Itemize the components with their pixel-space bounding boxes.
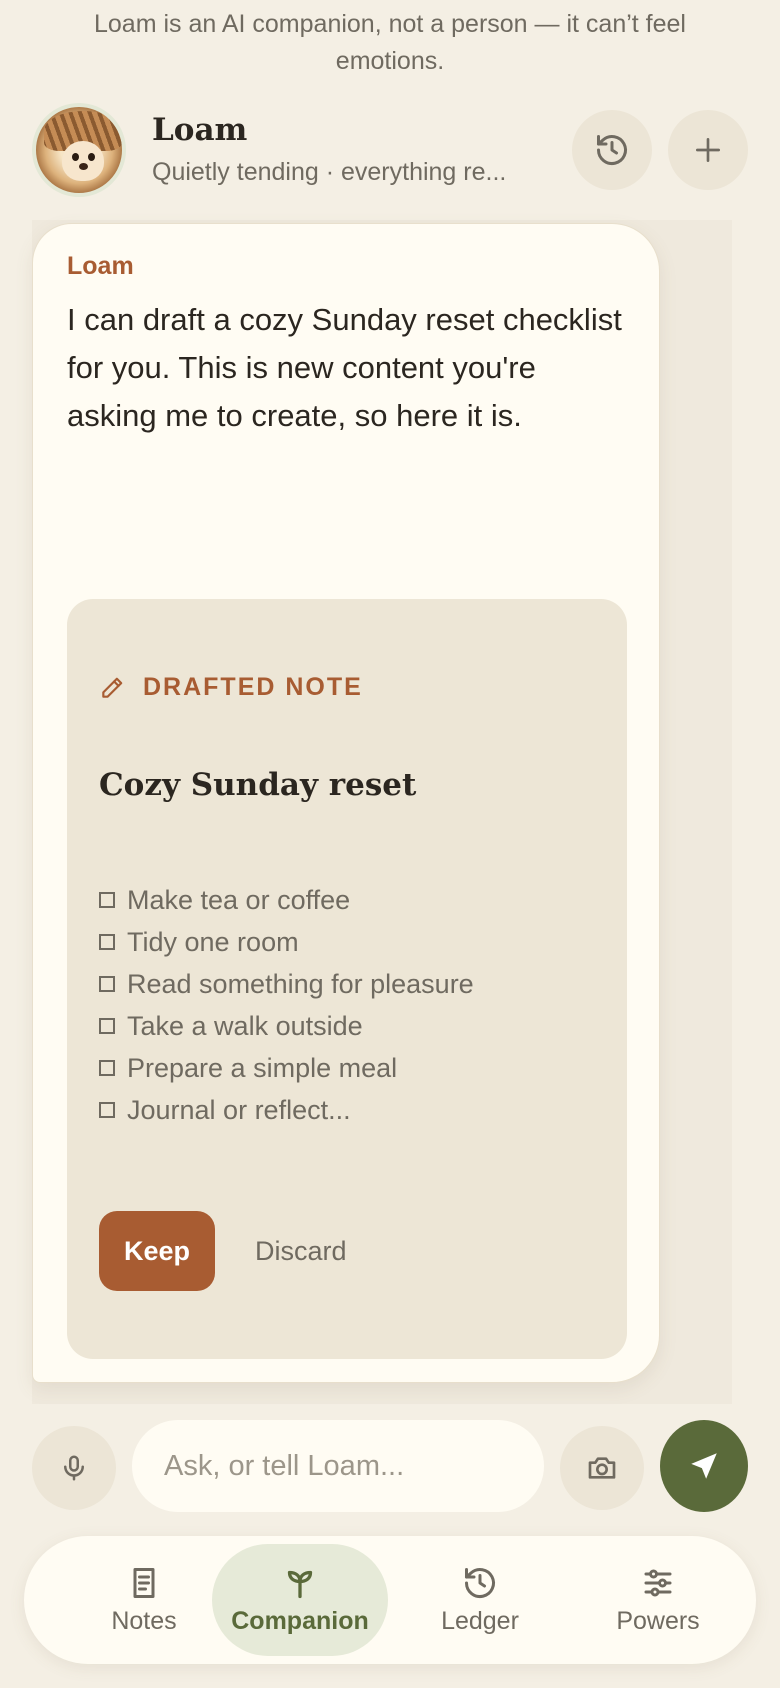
tab-label: Ledger	[441, 1606, 519, 1635]
companion-name: Loam	[152, 112, 248, 148]
checklist-item: Prepare a simple meal	[99, 1047, 474, 1089]
hedgehog-nose	[79, 163, 88, 170]
checklist-item-label: Journal or reflect...	[127, 1095, 351, 1125]
drafted-note-card: DRAFTED NOTE Cozy Sunday reset Make tea …	[67, 599, 627, 1359]
note-title: Cozy Sunday reset	[99, 767, 417, 803]
camera-button[interactable]	[560, 1426, 644, 1510]
checkbox-icon	[99, 1102, 115, 1118]
checklist-item: Journal or reflect...	[99, 1089, 474, 1131]
message-input[interactable]	[132, 1420, 544, 1512]
hedgehog-eye-left	[72, 153, 79, 161]
message-composer	[32, 1420, 748, 1512]
new-chat-button[interactable]	[668, 110, 748, 190]
avatar[interactable]	[32, 103, 126, 197]
chat-header: Loam Quietly tending · everything re...	[32, 102, 748, 198]
assistant-message-bubble: Loam I can draft a cozy Sunday reset che…	[32, 223, 660, 1383]
history-icon	[465, 1567, 495, 1598]
hedgehog-eye-right	[88, 153, 95, 161]
tab-label: Notes	[111, 1606, 177, 1635]
send-icon	[691, 1453, 717, 1479]
tab-label: Powers	[616, 1606, 700, 1635]
microphone-icon	[64, 1455, 84, 1481]
checklist-item-label: Read something for pleasure	[127, 969, 474, 999]
discard-button[interactable]: Discard	[255, 1211, 347, 1291]
checklist-item: Read something for pleasure	[99, 963, 474, 1005]
drafted-note-kicker: DRAFTED NOTE	[99, 673, 363, 702]
camera-icon	[588, 1457, 616, 1479]
chat-thread[interactable]: Loam I can draft a cozy Sunday reset che…	[32, 220, 732, 1404]
checklist-item-label: Make tea or coffee	[127, 885, 351, 915]
history-icon	[597, 135, 627, 166]
tab-companion[interactable]: Companion	[212, 1544, 388, 1656]
checklist-item: Tidy one room	[99, 921, 474, 963]
keep-button[interactable]: Keep	[99, 1211, 215, 1291]
checkbox-icon	[99, 1018, 115, 1034]
note-checklist: Make tea or coffee Tidy one room Read so…	[99, 879, 474, 1131]
bottom-tab-bar: Notes Companion Ledger Powers	[24, 1536, 756, 1664]
checkbox-icon	[99, 892, 115, 908]
hedgehog-face	[62, 141, 104, 181]
tab-label: Companion	[231, 1606, 369, 1635]
tab-notes[interactable]: Notes	[56, 1544, 232, 1656]
ai-disclaimer: Loam is an AI companion, not a person — …	[93, 10, 686, 75]
pencil-icon	[102, 677, 123, 698]
microphone-button[interactable]	[32, 1426, 116, 1510]
drafted-note-label: DRAFTED NOTE	[143, 673, 363, 701]
checklist-item-label: Tidy one room	[127, 927, 299, 957]
companion-status: Quietly tending · everything re...	[152, 158, 507, 186]
message-sender: Loam	[67, 252, 134, 280]
checkbox-icon	[99, 976, 115, 992]
send-button[interactable]	[660, 1420, 748, 1512]
checkbox-icon	[99, 1060, 115, 1076]
checklist-item: Make tea or coffee	[99, 879, 474, 921]
document-icon	[133, 1567, 155, 1598]
message-text: I can draft a cozy Sunday reset checklis…	[67, 302, 622, 433]
plus-icon	[696, 138, 720, 162]
sliders-icon	[644, 1569, 672, 1596]
checkbox-icon	[99, 934, 115, 950]
header-titles: Loam Quietly tending · everything re...	[152, 110, 556, 190]
checklist-item-label: Take a walk outside	[127, 1011, 363, 1041]
tab-ledger[interactable]: Ledger	[392, 1544, 568, 1656]
sprout-icon	[287, 1570, 313, 1598]
tab-powers[interactable]: Powers	[570, 1544, 746, 1656]
history-button[interactable]	[572, 110, 652, 190]
checklist-item-label: Prepare a simple meal	[127, 1053, 398, 1083]
checklist-item: Take a walk outside	[99, 1005, 474, 1047]
